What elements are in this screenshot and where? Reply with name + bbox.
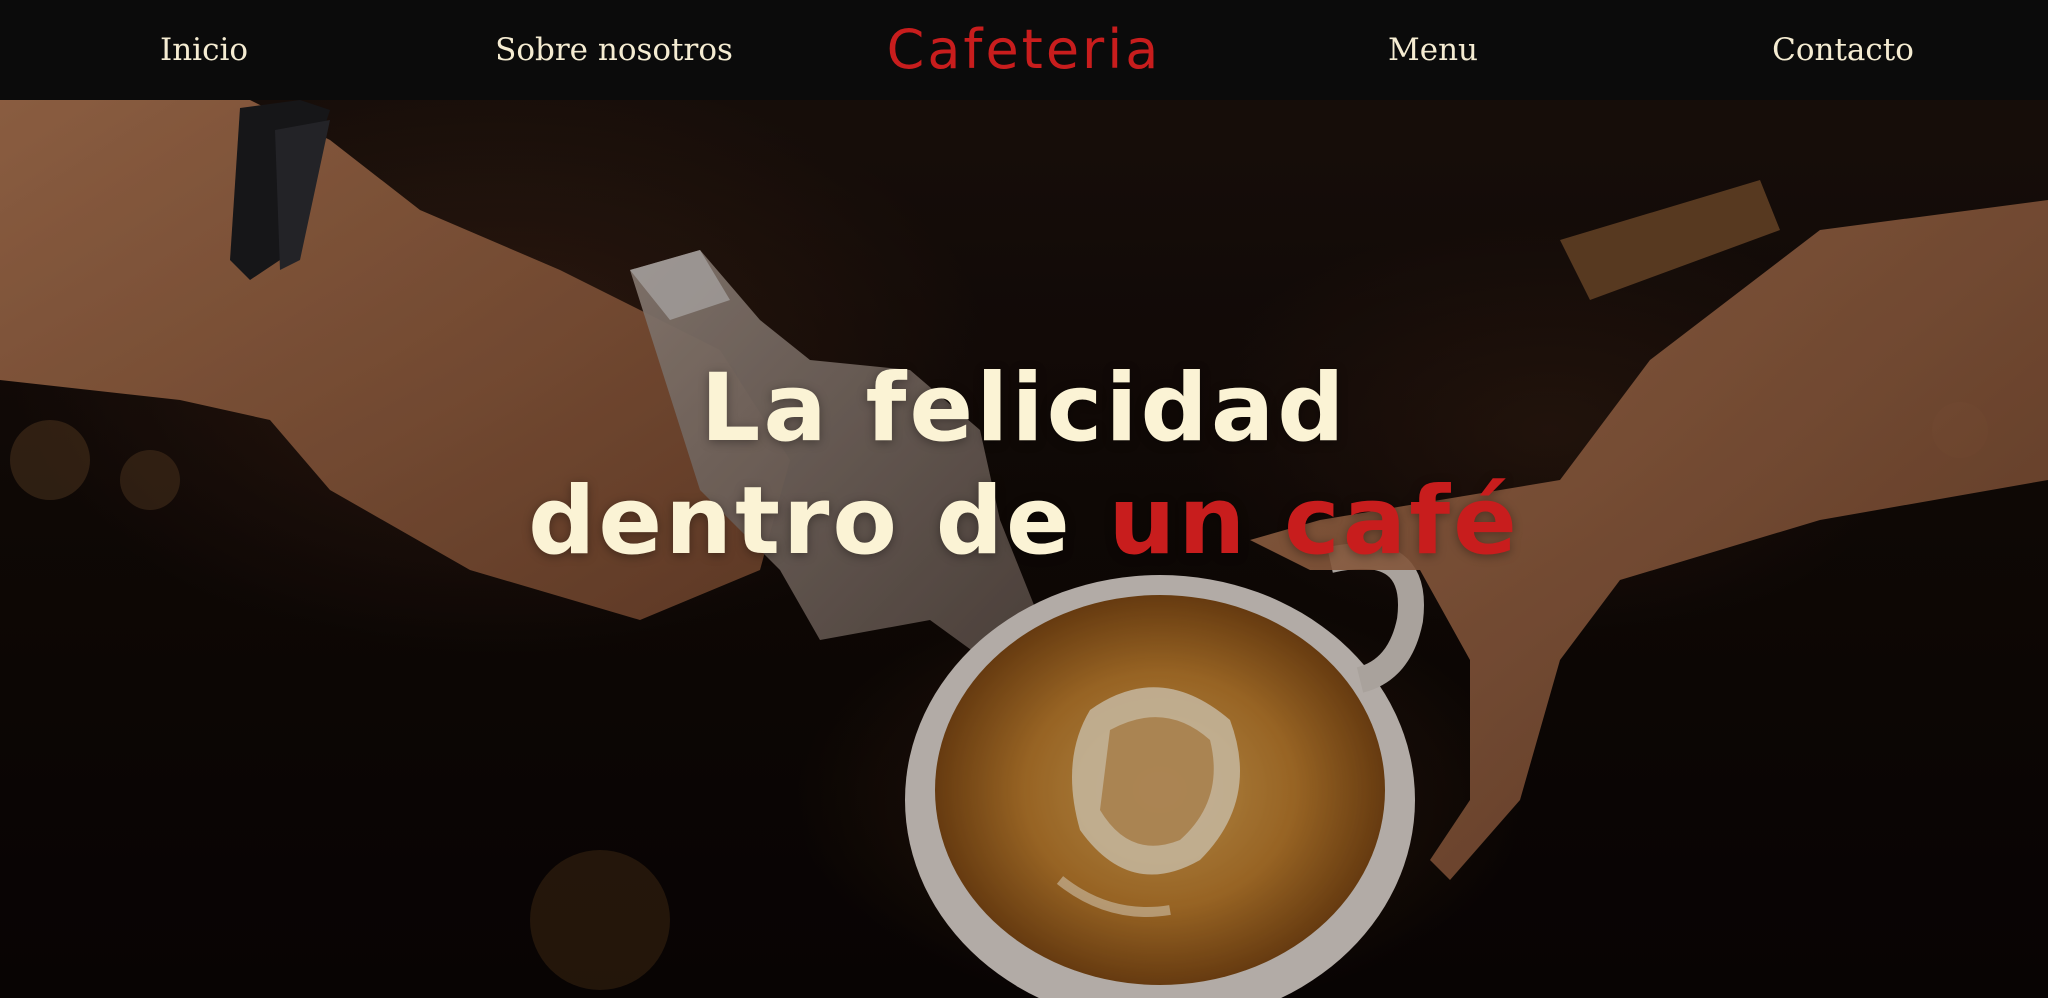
- hero-headline-line2: dentro de un café: [0, 466, 2048, 578]
- nav-link-inicio[interactable]: Inicio: [160, 0, 248, 100]
- nav-link-menu[interactable]: Menu: [1388, 0, 1478, 100]
- hero-section: La felicidad dentro de un café: [0, 100, 2048, 998]
- nav-link-contacto[interactable]: Contacto: [1772, 0, 1914, 100]
- hero-headline-line1: La felicidad: [700, 354, 1348, 463]
- hero-headline-text: dentro de: [528, 467, 1073, 576]
- brand-logo-text[interactable]: Cafeteria: [887, 0, 1162, 100]
- top-navbar: Inicio Sobre nosotros Cafeteria Menu Con…: [0, 0, 2048, 100]
- hero-headline-accent: un café: [1108, 467, 1520, 576]
- nav-link-sobre-nosotros[interactable]: Sobre nosotros: [495, 0, 733, 100]
